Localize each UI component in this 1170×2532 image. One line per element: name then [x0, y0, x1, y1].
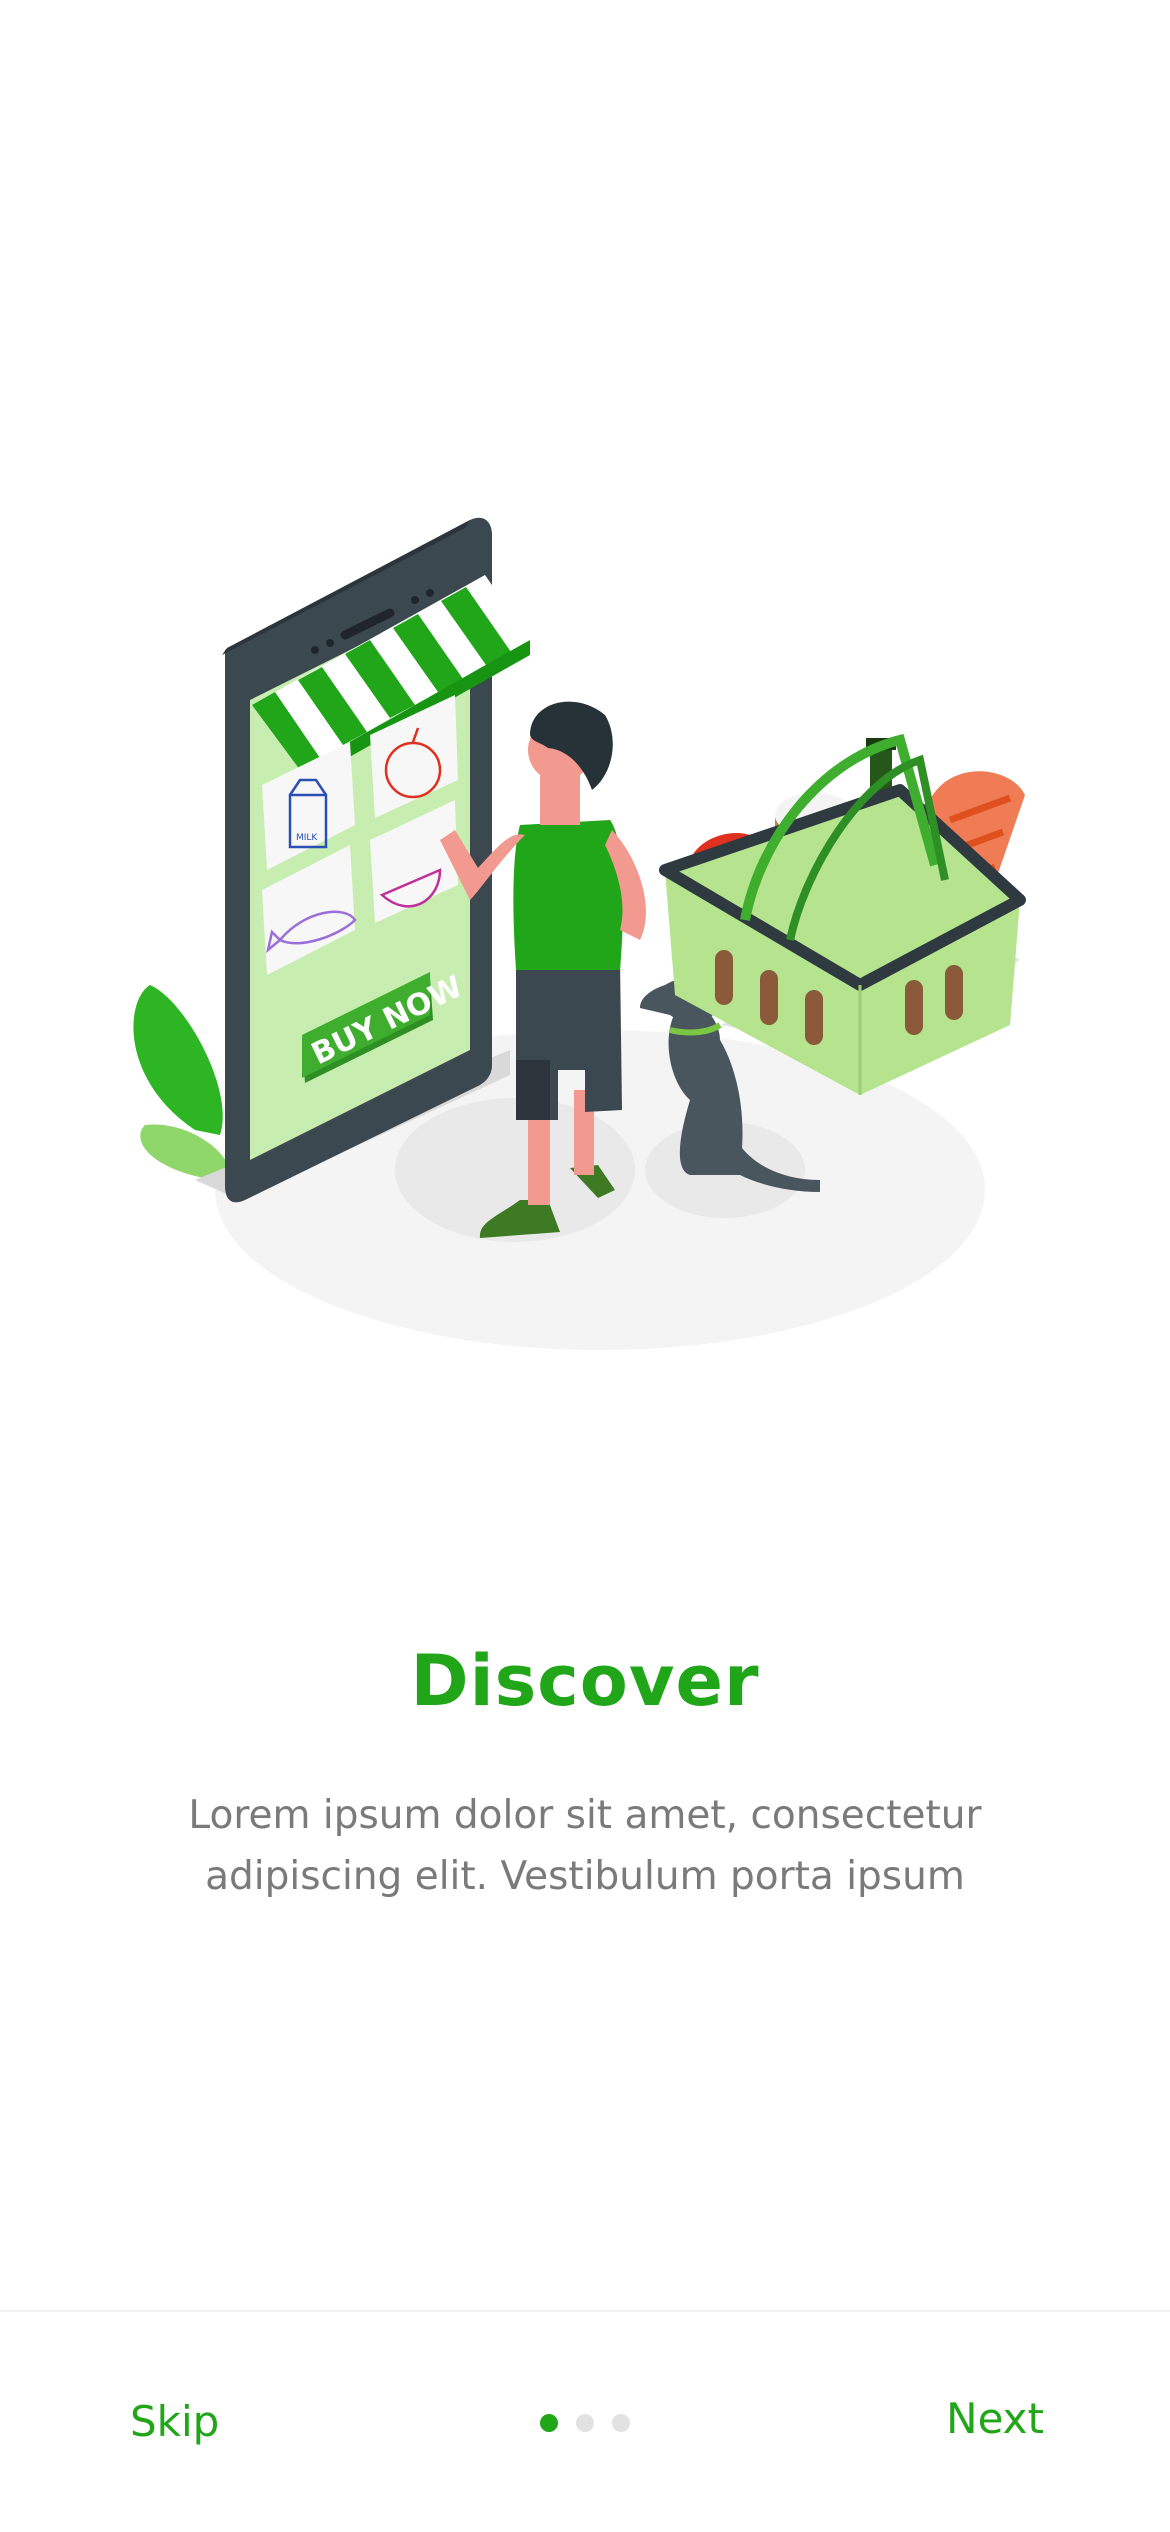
shopping-illustration: MILK BUY NOW [133, 517, 1026, 1350]
milk-label: MILK [296, 833, 318, 843]
page-description: Lorem ipsum dolor sit amet, consectetur … [188, 1793, 982, 1899]
page-indicator [540, 2414, 630, 2432]
skip-button[interactable]: Skip [130, 2397, 219, 2446]
next-button[interactable]: Next [946, 2394, 1044, 2443]
bottom-navigation-bar: Skip Next [0, 2310, 1170, 2532]
page-title: Discover [410, 1640, 760, 1722]
page-dot-1-active [540, 2414, 558, 2432]
onboarding-screen: MILK BUY NOW Discover Lorem ipsum dolor … [0, 0, 1170, 2532]
page-dot-2 [576, 2414, 594, 2432]
page-dot-3 [612, 2414, 630, 2432]
